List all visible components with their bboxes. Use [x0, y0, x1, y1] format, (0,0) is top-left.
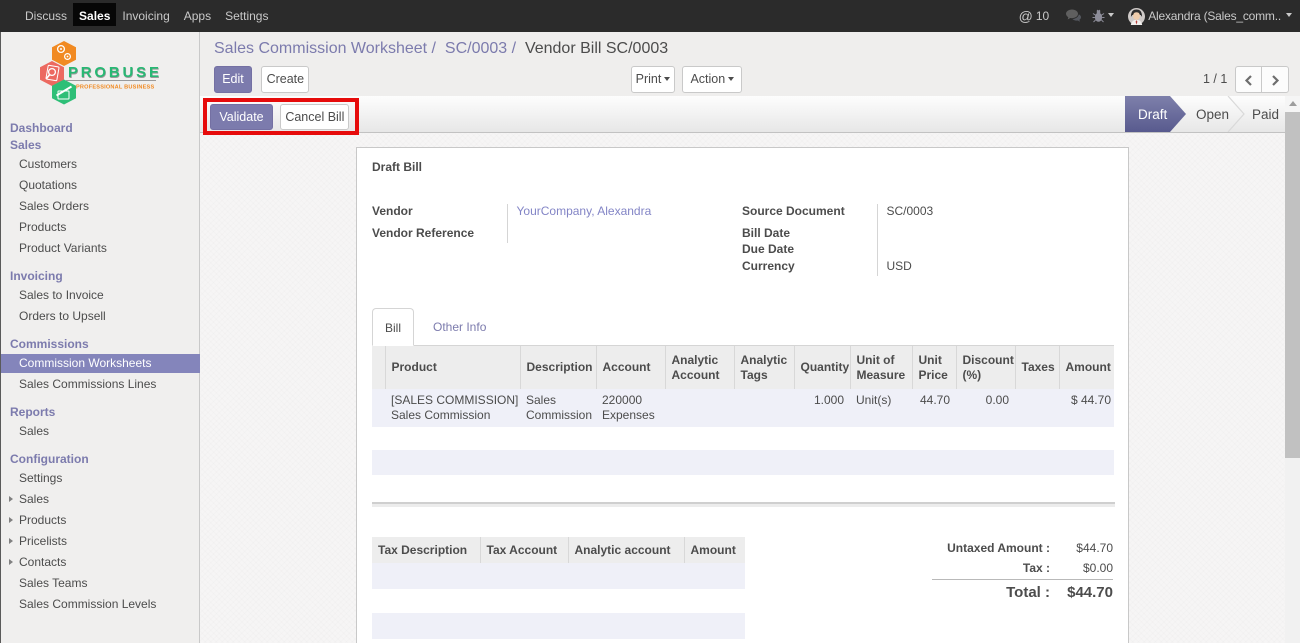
- svg-text:Draft: Draft: [1138, 107, 1168, 122]
- svg-text:Paid: Paid: [1252, 107, 1279, 122]
- svg-text:Open: Open: [1196, 107, 1229, 122]
- svg-text:PROFESSIONAL BUSINESS: PROFESSIONAL BUSINESS: [76, 85, 154, 91]
- svg-text:PROBUSE: PROBUSE: [68, 64, 162, 81]
